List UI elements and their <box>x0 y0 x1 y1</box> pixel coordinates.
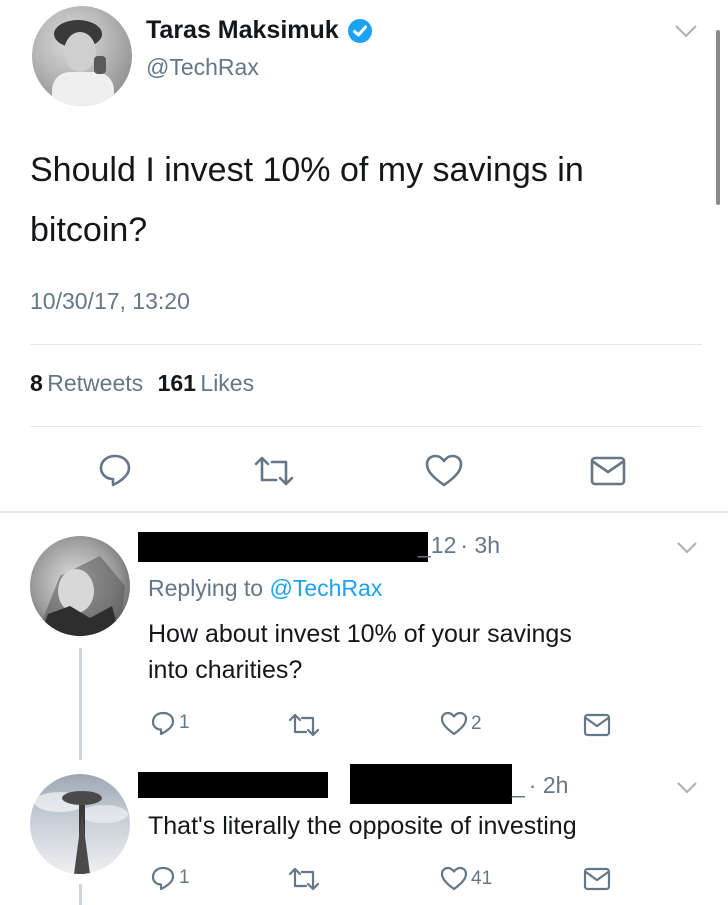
retweet-count[interactable]: 8 <box>30 370 43 396</box>
reply-text-line-2: into charities? <box>148 656 303 684</box>
thread-line <box>79 884 82 905</box>
reply-time[interactable]: · 2h <box>529 772 569 799</box>
reply-avatar[interactable] <box>30 774 130 874</box>
like-action[interactable]: 41 <box>440 866 492 891</box>
section-divider <box>0 511 728 513</box>
retweet-icon[interactable] <box>287 867 321 891</box>
chevron-down-icon[interactable] <box>676 781 698 794</box>
like-heart-icon[interactable] <box>440 711 468 736</box>
chevron-down-icon[interactable] <box>676 541 698 554</box>
reply-action[interactable]: 1 <box>150 865 190 891</box>
tweet-text-line-2: bitcoin? <box>30 211 148 249</box>
reply-count: 1 <box>179 867 190 888</box>
scrollbar[interactable] <box>716 30 720 205</box>
author-handle[interactable]: @TechRax <box>146 54 259 81</box>
reply-count: 1 <box>179 712 190 733</box>
direct-message-icon[interactable] <box>583 713 611 737</box>
replying-to: Replying to @TechRax <box>148 575 382 602</box>
reply-text-line-1: That's literally the opposite of investi… <box>148 812 577 840</box>
reply-avatar[interactable] <box>30 536 130 636</box>
thread-line <box>79 648 82 760</box>
tweet-timestamp[interactable]: 10/30/17, 13:20 <box>30 288 190 315</box>
author-avatar[interactable] <box>32 6 132 106</box>
reply-icon[interactable] <box>150 865 176 891</box>
redacted-name <box>138 532 428 562</box>
like-heart-icon[interactable] <box>425 454 463 488</box>
reply-handle-suffix[interactable]: _ <box>512 772 525 799</box>
like-label[interactable]: Likes <box>200 370 254 396</box>
like-count: 41 <box>471 867 493 889</box>
retweet-icon[interactable] <box>287 713 321 737</box>
direct-message-icon[interactable] <box>590 456 626 486</box>
retweet-icon[interactable] <box>252 456 296 486</box>
like-count[interactable]: 161 <box>158 370 196 396</box>
replying-prefix: Replying to <box>148 575 264 601</box>
divider <box>30 344 702 345</box>
like-count: 2 <box>471 712 482 734</box>
reply-icon[interactable] <box>150 710 176 736</box>
like-action[interactable]: 2 <box>440 711 482 736</box>
reply-icon[interactable] <box>97 452 133 488</box>
reply-handle-suffix[interactable]: _12 <box>418 532 456 559</box>
reply-action[interactable]: 1 <box>150 710 190 736</box>
retweet-label[interactable]: Retweets <box>47 370 143 396</box>
tweet-stats: 8 Retweets 161 Likes <box>30 370 254 397</box>
reply-text-line-1: How about invest 10% of your savings <box>148 620 572 648</box>
redacted-name <box>138 772 328 798</box>
verified-badge-icon <box>347 18 373 44</box>
chevron-down-icon[interactable] <box>674 24 698 38</box>
direct-message-icon[interactable] <box>583 867 611 891</box>
reply-time[interactable]: · 3h <box>460 532 500 559</box>
like-heart-icon[interactable] <box>440 866 468 891</box>
redacted-name <box>350 764 512 804</box>
replying-to-link[interactable]: @TechRax <box>269 575 382 601</box>
divider <box>30 426 702 427</box>
author-name[interactable]: Taras Maksimuk <box>146 16 339 45</box>
tweet-text-line-1: Should I invest 10% of my savings in <box>30 151 584 189</box>
